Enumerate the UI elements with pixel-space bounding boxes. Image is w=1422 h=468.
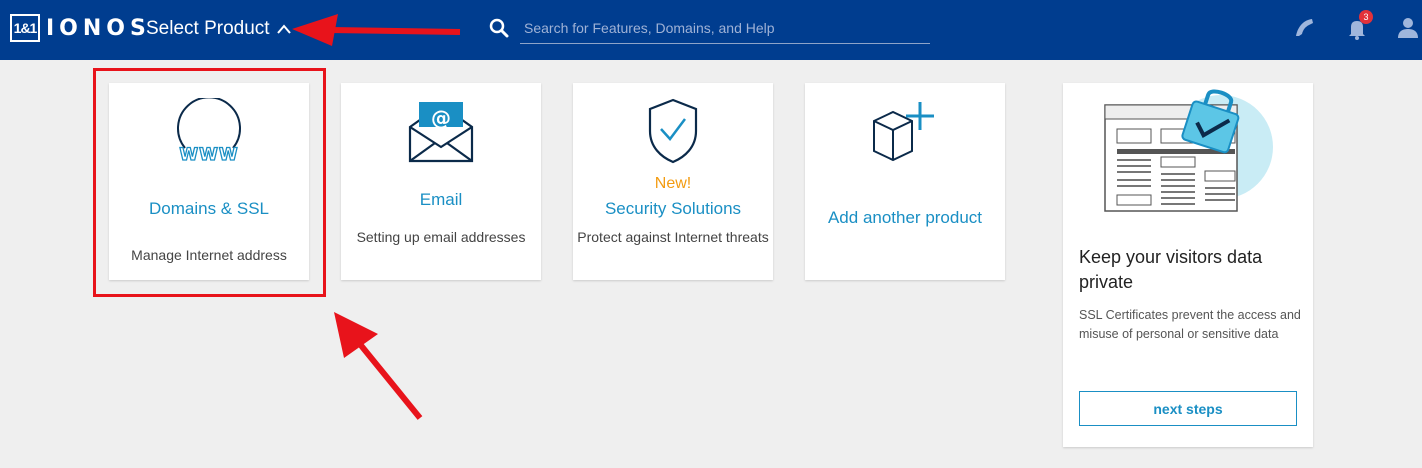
product-description: Setting up email addresses: [356, 229, 526, 245]
select-product-menu[interactable]: Select Product: [146, 18, 292, 40]
ssl-lock-webpage-illustration: [1104, 89, 1273, 212]
box-plus-icon: [873, 102, 934, 162]
chevron-up-icon: [276, 24, 291, 34]
search-icon[interactable]: [488, 17, 510, 39]
annotation-arrow-card: [334, 312, 423, 420]
product-card-security[interactable]: New! Security Solutions Protect against …: [573, 83, 773, 280]
logo-mark: 1&1: [10, 14, 40, 42]
svg-text:@: @: [431, 106, 451, 130]
ionos-logo[interactable]: 1&1 IONOS: [10, 14, 151, 42]
search-input[interactable]: [520, 12, 930, 44]
product-title: Security Solutions: [604, 199, 742, 218]
select-product-label: Select Product: [146, 18, 270, 39]
notification-badge: 3: [1359, 10, 1373, 24]
phone-icon[interactable]: [1290, 14, 1318, 42]
search-bar: [488, 12, 930, 45]
top-navigation-bar: 1&1 IONOS Select Product 3: [0, 0, 1422, 60]
user-icon[interactable]: [1394, 14, 1422, 42]
ssl-promo-card: Keep your visitors data private SSL Cert…: [1063, 83, 1313, 447]
product-title: Add another product: [827, 208, 983, 227]
promo-text: SSL Certificates prevent the access and …: [1079, 308, 1301, 341]
product-card-add-product[interactable]: Add another product: [805, 83, 1005, 280]
product-title: Email: [419, 190, 463, 209]
promo-title: Keep your visitors data private: [1079, 247, 1263, 292]
envelope-at-icon: @: [408, 102, 474, 163]
product-card-email[interactable]: @ Email Setting up email addresses: [341, 83, 541, 280]
next-steps-button[interactable]: next steps: [1079, 391, 1297, 426]
new-badge: New!: [654, 175, 692, 192]
logo-text: IONOS: [46, 15, 151, 41]
annotation-highlight-box: [93, 68, 326, 297]
product-description: Protect against Internet threats: [577, 229, 769, 245]
shield-check-icon: [648, 98, 698, 164]
